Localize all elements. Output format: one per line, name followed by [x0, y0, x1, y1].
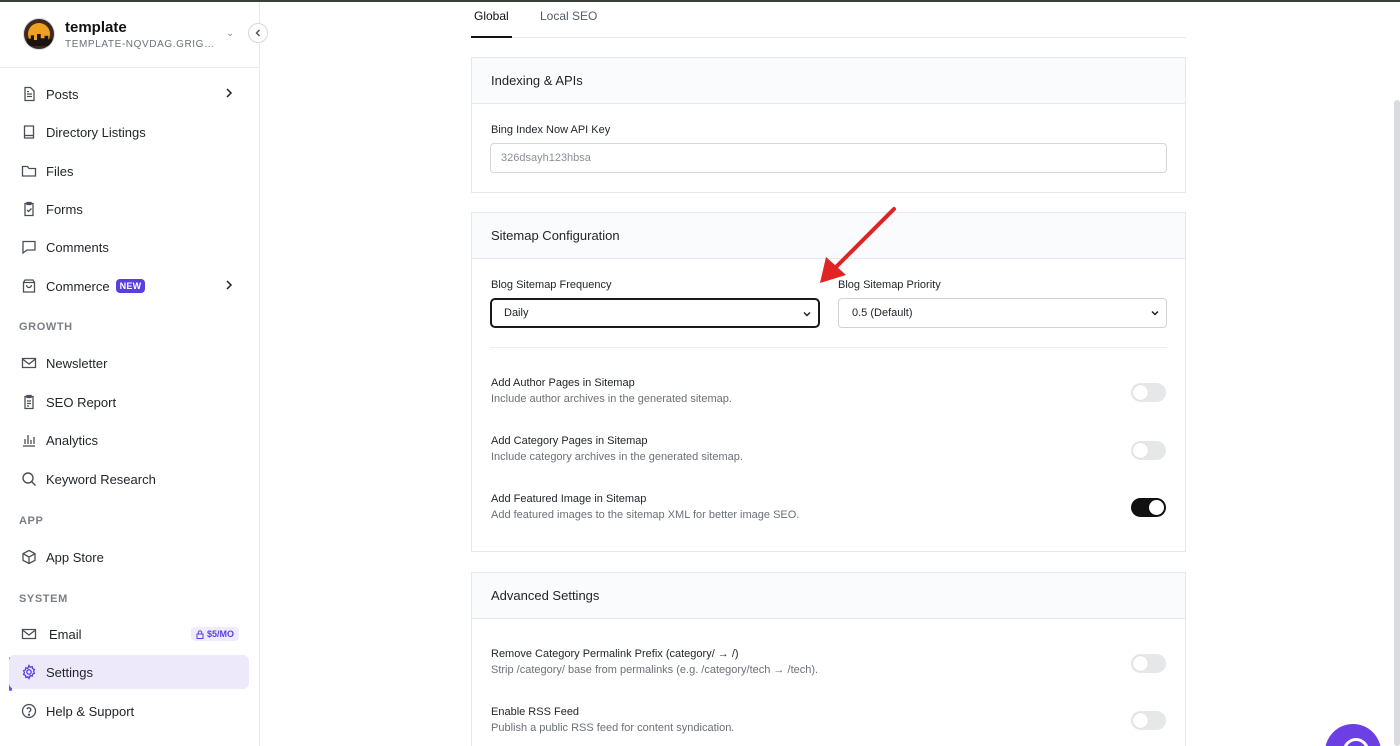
blog-sitemap-frequency-select[interactable]: Daily	[490, 298, 820, 328]
sidebar-item-label: Newsletter	[46, 355, 108, 371]
chevron-right-icon	[226, 280, 233, 290]
clipboard-check-icon	[21, 394, 37, 410]
sidebar-item-app-store[interactable]: App Store	[9, 540, 249, 574]
document-icon	[21, 86, 37, 102]
sidebar-item-label: Keyword Research	[46, 471, 156, 487]
section-label-growth: GROWTH	[19, 321, 73, 333]
select-value: 0.5 (Default)	[852, 307, 913, 319]
bing-api-key-label: Bing Index Now API Key	[491, 124, 611, 136]
sidebar-item-analytics[interactable]: Analytics	[9, 423, 249, 457]
sidebar-item-label: Analytics	[46, 432, 99, 448]
book-icon	[21, 124, 37, 140]
advanced-settings-card: Advanced Settings Remove Category Permal…	[471, 572, 1186, 746]
chat-launcher-button[interactable]	[1325, 724, 1381, 746]
site-name: template	[65, 19, 127, 36]
chevron-updown-icon[interactable]: ⌄	[226, 28, 234, 39]
blog-sitemap-frequency-label: Blog Sitemap Frequency	[491, 279, 612, 291]
author-pages-desc: Include author archives in the generated…	[491, 393, 732, 405]
section-label-app: APP	[19, 515, 44, 527]
sidebar-item-label: Forms	[46, 201, 83, 217]
author-pages-toggle[interactable]	[1131, 383, 1166, 402]
sidebar-item-settings[interactable]: Settings	[9, 655, 249, 689]
sidebar-item-newsletter[interactable]: Newsletter	[9, 346, 249, 380]
cube-icon	[21, 549, 37, 565]
enable-rss-title: Enable RSS Feed	[491, 706, 580, 718]
tab-local-seo[interactable]: Local SEO	[540, 9, 597, 23]
author-pages-title: Add Author Pages in Sitemap	[491, 377, 635, 389]
sidebar-item-directory-listings[interactable]: Directory Listings	[9, 115, 249, 149]
bar-chart-icon	[21, 432, 37, 448]
price-badge-text: $5/MO	[206, 629, 234, 639]
gear-icon	[21, 664, 37, 680]
sidebar-item-label: Settings	[46, 664, 93, 680]
blog-sitemap-priority-select[interactable]: 0.5 (Default)	[838, 298, 1167, 328]
mail-icon	[21, 626, 37, 642]
folder-icon	[21, 163, 37, 179]
select-value: Daily	[504, 307, 529, 319]
active-tab-underline	[471, 36, 512, 38]
chevron-left-icon	[255, 29, 260, 37]
remove-category-prefix-toggle[interactable]	[1131, 654, 1166, 673]
site-logo	[23, 18, 55, 50]
enable-rss-toggle[interactable]	[1131, 711, 1166, 730]
shopping-bag-icon	[21, 278, 37, 294]
card-title: Indexing & APIs	[472, 58, 1185, 104]
collapse-sidebar-button[interactable]	[248, 23, 268, 43]
section-label-system: SYSTEM	[19, 593, 68, 605]
scrollbar-thumb[interactable]	[1394, 100, 1400, 746]
site-switcher[interactable]: template TEMPLATE-NQVDAG.GRIGORE.IO ⌄	[0, 2, 259, 68]
sidebar-item-comments[interactable]: Comments	[9, 230, 249, 264]
sidebar-item-files[interactable]: Files	[9, 154, 249, 188]
lock-icon	[196, 629, 204, 639]
chevron-down-icon	[1151, 310, 1159, 316]
sidebar-item-label: Posts	[46, 86, 79, 102]
comment-icon	[21, 239, 37, 255]
sidebar-item-label: Email	[49, 626, 82, 642]
sidebar-item-email[interactable]: Email $5/MO	[9, 617, 249, 651]
category-pages-toggle[interactable]	[1131, 441, 1166, 460]
sidebar-item-commerce[interactable]: Commerce NEW	[9, 269, 249, 303]
sidebar-item-label: Help & Support	[46, 703, 135, 719]
new-badge: NEW	[115, 279, 146, 293]
sidebar-item-label: Commerce	[46, 278, 110, 294]
price-badge: $5/MO	[190, 627, 239, 641]
remove-category-prefix-title: Remove Category Permalink Prefix (catego…	[491, 648, 739, 660]
tab-global[interactable]: Global	[474, 9, 509, 23]
chevron-down-icon	[803, 311, 811, 317]
mail-icon	[21, 355, 37, 371]
sidebar-item-forms[interactable]: Forms	[9, 192, 249, 226]
featured-image-desc: Add featured images to the sitemap XML f…	[491, 509, 800, 521]
card-title: Advanced Settings	[472, 573, 1185, 619]
sidebar-item-label: App Store	[46, 549, 104, 565]
sidebar-item-label: Comments	[46, 239, 109, 255]
help-circle-icon	[21, 703, 37, 719]
remove-category-prefix-desc: Strip /category/ base from permalinks (e…	[491, 664, 819, 676]
divider	[490, 347, 1167, 348]
search-icon	[21, 471, 37, 487]
indexing-apis-card: Indexing & APIs Bing Index Now API Key 3…	[471, 57, 1186, 193]
sidebar-item-label: SEO Report	[46, 394, 117, 410]
category-pages-title: Add Category Pages in Sitemap	[491, 435, 648, 447]
sidebar-item-keyword-research[interactable]: Keyword Research	[9, 462, 249, 496]
sidebar-item-posts[interactable]: Posts	[9, 77, 249, 111]
annotation-arrow	[820, 207, 896, 283]
sidebar-item-label: Files	[46, 163, 74, 179]
settings-tabs: Global Local SEO	[471, 2, 1186, 38]
chevron-right-icon	[226, 88, 233, 98]
clipboard-icon	[21, 201, 37, 217]
featured-image-toggle[interactable]	[1131, 498, 1166, 517]
sidebar: template TEMPLATE-NQVDAG.GRIGORE.IO ⌄ Po…	[0, 2, 260, 746]
sidebar-item-seo-report[interactable]: SEO Report	[9, 385, 249, 419]
sidebar-item-help-support[interactable]: Help & Support	[9, 694, 249, 728]
enable-rss-desc: Publish a public RSS feed for content sy…	[491, 722, 735, 734]
site-domain: TEMPLATE-NQVDAG.GRIGORE.IO	[65, 39, 215, 50]
sidebar-item-label: Directory Listings	[46, 124, 146, 140]
featured-image-title: Add Featured Image in Sitemap	[491, 493, 647, 505]
bing-api-key-input[interactable]: 326dsayh123hbsa	[490, 143, 1167, 173]
category-pages-desc: Include category archives in the generat…	[491, 451, 743, 463]
